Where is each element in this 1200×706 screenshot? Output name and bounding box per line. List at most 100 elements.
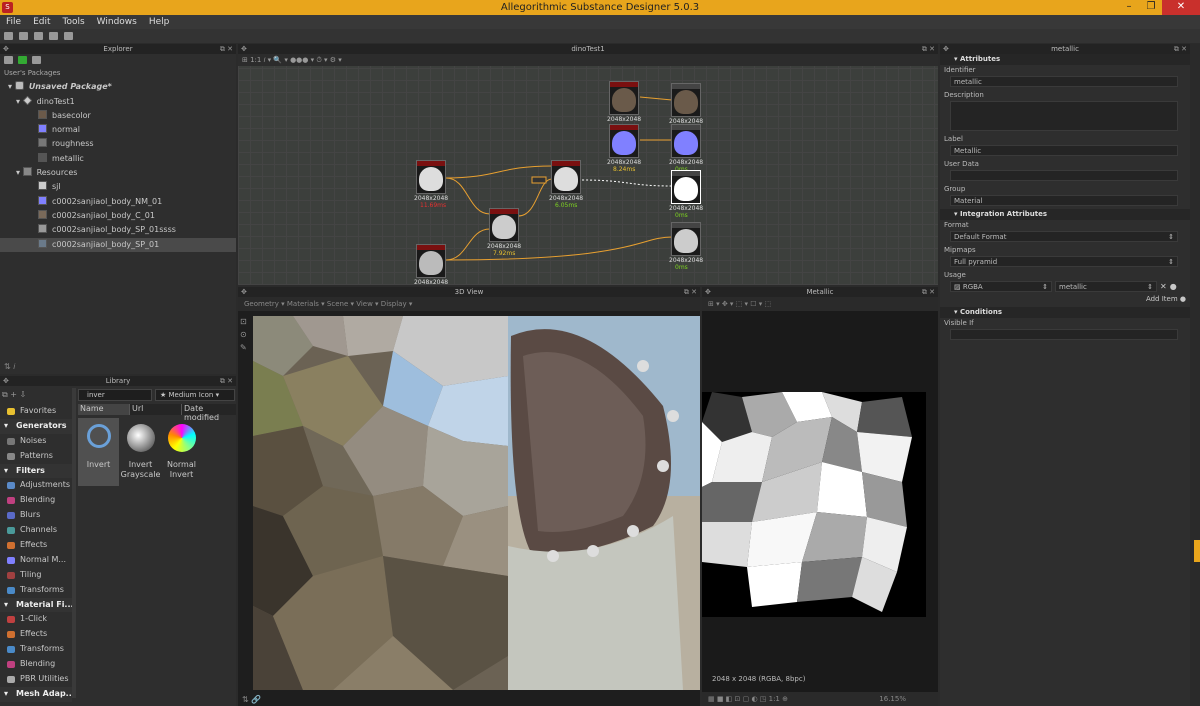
- library-category[interactable]: Tiling: [0, 568, 72, 583]
- library-item-invert[interactable]: Invert: [78, 418, 119, 486]
- library-category[interactable]: Normal M...: [0, 553, 72, 568]
- menu-windows[interactable]: Windows: [91, 15, 143, 29]
- library-category[interactable]: Transforms: [0, 642, 72, 657]
- menu-edit[interactable]: Edit: [27, 15, 56, 29]
- close-icon[interactable]: ✕: [1162, 0, 1200, 15]
- new-graph-icon[interactable]: [4, 56, 13, 64]
- graph-node[interactable]: [671, 170, 701, 204]
- col-date[interactable]: Date modified: [182, 404, 236, 422]
- panel-close-icon[interactable]: ⧉ ✕: [1174, 44, 1187, 54]
- user-data-field[interactable]: [950, 170, 1178, 181]
- output-item[interactable]: metallic: [0, 152, 236, 166]
- 2d-footer-toolbar[interactable]: ▦ ■ ◧ ⊡ ▢ ◐ ◳ 1:1 ⊕ 16.15%: [702, 692, 938, 706]
- maximize-icon[interactable]: ❐: [1140, 0, 1162, 15]
- library-category[interactable]: Noises: [0, 434, 72, 449]
- dock-icon[interactable]: ✥: [241, 287, 247, 297]
- output-item[interactable]: roughness: [0, 137, 236, 151]
- library-category[interactable]: Transforms: [0, 583, 72, 598]
- graph-item[interactable]: ▾ dinoTest1: [0, 95, 236, 109]
- graph-node[interactable]: [609, 81, 639, 115]
- conditions-section[interactable]: ▾ Conditions: [940, 307, 1190, 318]
- library-category-header[interactable]: ▾ Filters: [0, 463, 72, 479]
- library-category-header[interactable]: ▾ Mesh Adap...: [0, 686, 75, 702]
- resource-item[interactable]: c0002sanjiaol_body_C_01: [0, 209, 236, 223]
- dock-icon[interactable]: ✥: [3, 44, 9, 54]
- usage-channel-dropdown[interactable]: ▨ RGBA ⇕: [950, 281, 1052, 292]
- 3d-viewport[interactable]: [253, 316, 700, 690]
- side-tab[interactable]: [1194, 540, 1200, 562]
- group-field[interactable]: Material: [950, 195, 1178, 206]
- publish-icon[interactable]: [32, 56, 41, 64]
- menu-tools[interactable]: Tools: [57, 15, 91, 29]
- package-item[interactable]: ▾ Unsaved Package*: [0, 80, 236, 94]
- graph-node[interactable]: [551, 160, 581, 194]
- integration-section[interactable]: ▾ Integration Attributes: [940, 209, 1190, 220]
- library-category-header[interactable]: ▾ Material Fi...: [0, 597, 74, 613]
- dock-icon[interactable]: ✥: [943, 44, 949, 54]
- remove-usage-icon[interactable]: ✕: [1160, 282, 1167, 291]
- mipmaps-dropdown[interactable]: Full pyramid ⇕: [950, 256, 1178, 267]
- graph-node[interactable]: [609, 124, 639, 158]
- library-category[interactable]: Channels: [0, 523, 72, 538]
- library-category[interactable]: Blending: [0, 493, 72, 508]
- library-item-invert-grayscale[interactable]: Invert Grayscale: [120, 418, 161, 486]
- library-category[interactable]: Effects: [0, 538, 72, 553]
- library-category[interactable]: 1-Click: [0, 612, 72, 627]
- resources-folder[interactable]: ▾ Resources: [0, 166, 236, 180]
- library-item-normal-invert[interactable]: Normal Invert: [161, 418, 202, 486]
- attributes-section[interactable]: ▾ Attributes: [940, 54, 1190, 65]
- library-category[interactable]: Patterns: [0, 449, 72, 464]
- label-field[interactable]: Metallic: [950, 145, 1178, 156]
- library-category[interactable]: Effects: [0, 627, 72, 642]
- library-category[interactable]: Blurs: [0, 508, 72, 523]
- identifier-field[interactable]: metallic: [950, 76, 1178, 87]
- 2d-viewport[interactable]: [702, 392, 926, 617]
- 3d-footer-icons[interactable]: ⇅ 🔗: [242, 695, 261, 704]
- library-category[interactable]: PBR Utilities: [0, 672, 72, 687]
- format-dropdown[interactable]: Default Format ⇕: [950, 231, 1178, 242]
- open-icon[interactable]: [19, 32, 28, 40]
- library-category[interactable]: Adjustments: [0, 478, 72, 493]
- visible-if-field[interactable]: [950, 329, 1178, 340]
- graph-node[interactable]: [671, 222, 701, 256]
- undo-icon[interactable]: [49, 32, 58, 40]
- resource-item[interactable]: c0002sanjiaol_body_NM_01: [0, 195, 236, 209]
- menu-help[interactable]: Help: [143, 15, 176, 29]
- library-category[interactable]: Favorites: [0, 404, 72, 419]
- library-tools[interactable]: ⧉ + ⇩: [2, 390, 26, 400]
- graph-node[interactable]: [416, 244, 446, 278]
- explorer-footer-icons[interactable]: ⇅ 𝑖: [4, 362, 15, 372]
- library-category-header[interactable]: ▾ Generators: [0, 418, 72, 434]
- col-name[interactable]: Name: [78, 404, 130, 415]
- panel-close-icon[interactable]: ⧉ ✕: [922, 287, 935, 297]
- 3d-side-tools[interactable]: ⊡ ⊙ ✎: [240, 315, 250, 354]
- graph-node[interactable]: [489, 208, 519, 242]
- graph-node[interactable]: [671, 124, 701, 158]
- graph-node[interactable]: [416, 160, 446, 194]
- panel-close-icon[interactable]: ⧉ ✕: [684, 287, 697, 297]
- 2d-view-toolbar[interactable]: ⊞ ▾ ✥ ▾ ⬚ ▾ ☐ ▾ ⬚: [702, 297, 938, 311]
- dock-icon[interactable]: ✥: [705, 287, 711, 297]
- description-field[interactable]: [950, 101, 1178, 131]
- output-item[interactable]: basecolor: [0, 109, 236, 123]
- library-search[interactable]: inver: [78, 389, 152, 401]
- add-item-button[interactable]: Add Item ●: [940, 295, 1190, 307]
- category-scrollbar[interactable]: [72, 388, 76, 698]
- col-url[interactable]: Url: [130, 404, 182, 415]
- panel-close-icon[interactable]: ⧉ ✕: [220, 376, 233, 386]
- output-item[interactable]: normal: [0, 123, 236, 137]
- resource-item[interactable]: c0002sanjiaol_body_SP_01ssss: [0, 223, 236, 237]
- redo-icon[interactable]: [64, 32, 73, 40]
- zoom-value[interactable]: 16.15%: [879, 692, 906, 706]
- 3d-view-toolbar[interactable]: Geometry ▾ Materials ▾ Scene ▾ View ▾ Di…: [238, 297, 700, 311]
- dock-icon[interactable]: ✥: [3, 376, 9, 386]
- minimize-icon[interactable]: –: [1118, 0, 1140, 15]
- usage-value-dropdown[interactable]: metallic ⇕: [1055, 281, 1157, 292]
- graph-node[interactable]: [671, 83, 701, 117]
- view-mode-dropdown[interactable]: ★ Medium Icon ▾: [155, 389, 235, 401]
- menu-file[interactable]: File: [0, 15, 27, 29]
- run-icon[interactable]: [18, 56, 27, 64]
- usage-options-icon[interactable]: ●: [1170, 282, 1177, 291]
- save-icon[interactable]: [34, 32, 43, 40]
- panel-close-icon[interactable]: ⧉ ✕: [220, 44, 233, 54]
